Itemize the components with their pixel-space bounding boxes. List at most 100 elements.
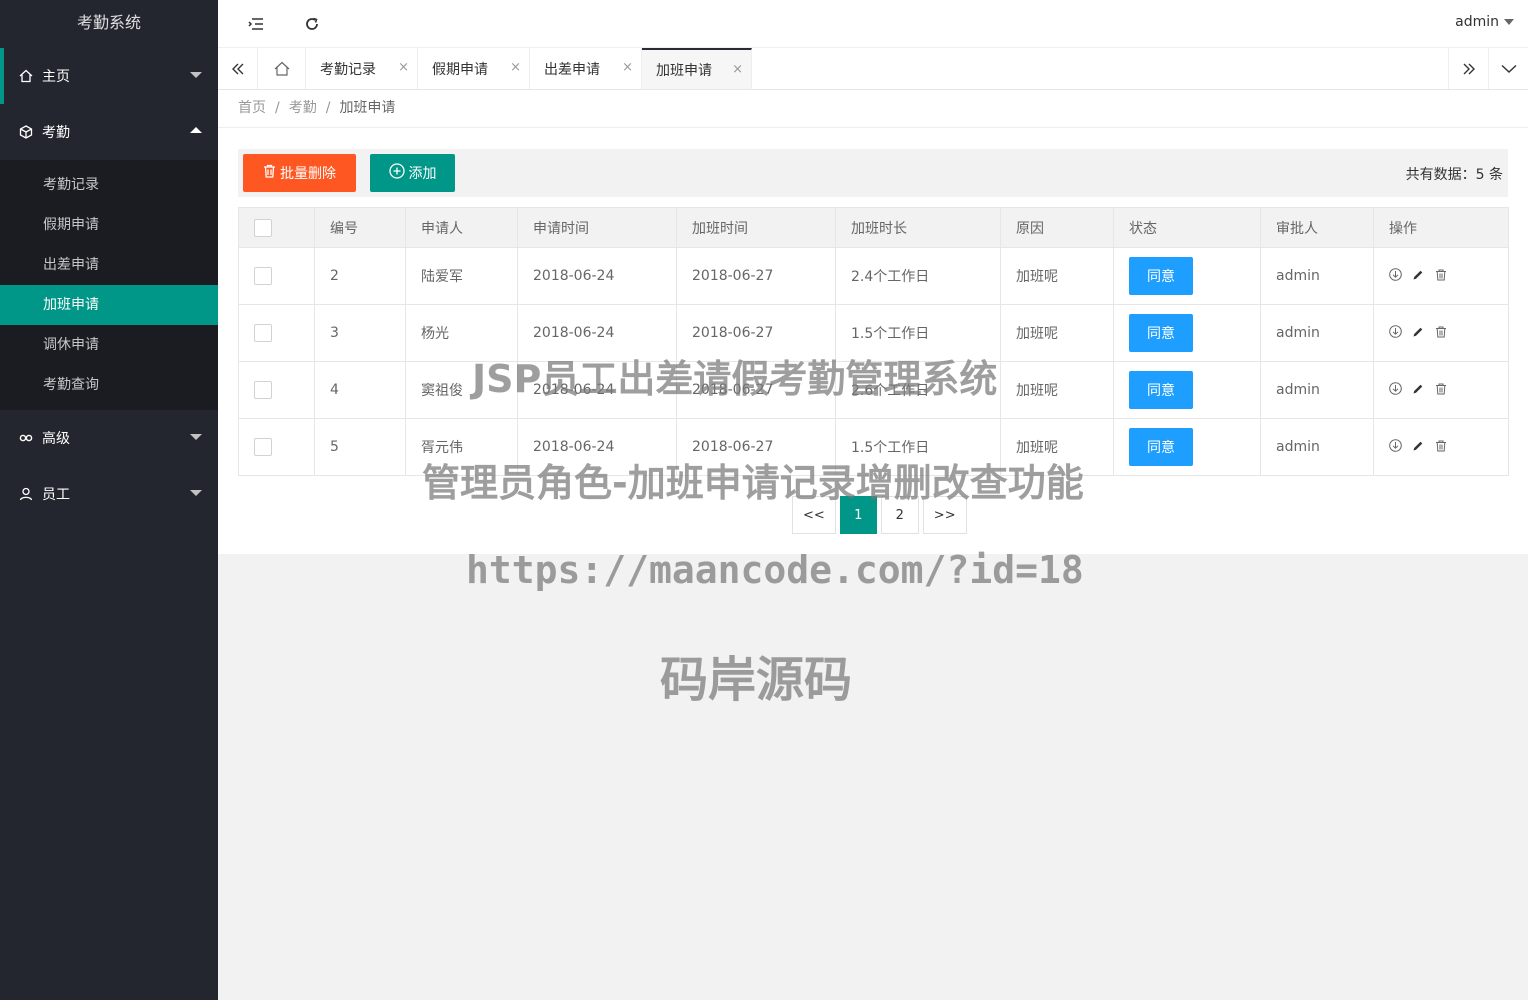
cell-apply-time: 2018-06-24 <box>517 247 677 305</box>
row-checkbox[interactable] <box>254 438 272 456</box>
breadcrumb-current: 加班申请 <box>339 100 396 116</box>
cell-applicant: 陆爱军 <box>405 247 518 305</box>
close-icon[interactable]: × <box>510 60 521 75</box>
tab-label: 加班申请 <box>656 62 712 79</box>
nav-item-attendance[interactable]: 考勤 <box>0 104 218 160</box>
subnav-item-attendance-records[interactable]: 考勤记录 <box>0 165 218 205</box>
tab-overtime[interactable]: 加班申请 × <box>642 48 752 89</box>
sidebar: 考勤系统 主页 考勤 考勤记录 假期申请 出差申请 加班申请 调休申请 考勤查询 <box>0 0 218 1000</box>
cell-approver: admin <box>1260 247 1374 305</box>
column-header: 加班时间 <box>676 207 836 248</box>
tabs-scroll-left-icon[interactable] <box>218 48 258 89</box>
status-approve-button[interactable]: 同意 <box>1129 257 1193 295</box>
close-icon[interactable]: × <box>398 60 409 75</box>
toolbar: 批量删除 添加 共有数据：5 条 <box>238 149 1508 197</box>
chevron-down-icon <box>190 434 202 440</box>
edit-icon[interactable] <box>1412 326 1424 341</box>
column-header: 审批人 <box>1260 207 1374 248</box>
row-actions <box>1373 418 1509 476</box>
caret-down-icon <box>1504 19 1514 25</box>
user-menu[interactable]: admin <box>1455 14 1514 30</box>
edit-icon[interactable] <box>1412 383 1424 398</box>
breadcrumb-separator: / <box>325 100 331 116</box>
edit-icon[interactable] <box>1412 440 1424 455</box>
cell-reason: 加班呢 <box>1000 247 1114 305</box>
column-header: 编号 <box>314 207 406 248</box>
nav-item-staff-label: 员工 <box>42 487 70 503</box>
nav-item-attendance-label: 考勤 <box>42 125 70 141</box>
chevron-down-icon <box>190 72 202 78</box>
row-checkbox[interactable] <box>254 267 272 285</box>
subnav-item-leave-request[interactable]: 假期申请 <box>0 205 218 245</box>
tab-leave-request[interactable]: 假期申请 × <box>418 48 530 89</box>
column-header: 状态 <box>1113 207 1261 248</box>
subnav-item-business-trip[interactable]: 出差申请 <box>0 245 218 285</box>
cell-id: 4 <box>314 361 406 419</box>
subnav-item-compensatory-leave[interactable]: 调休申请 <box>0 325 218 365</box>
select-all-checkbox[interactable] <box>254 218 272 237</box>
column-header: 加班时长 <box>835 207 1001 248</box>
select-all-cell <box>238 207 315 248</box>
batch-delete-button[interactable]: 批量删除 <box>243 154 356 192</box>
collapse-menu-icon[interactable] <box>244 12 268 36</box>
breadcrumb-separator: / <box>275 100 280 116</box>
watermark-url: https://maancode.com/?id=18 <box>466 548 1084 592</box>
cube-icon <box>18 124 34 140</box>
overtime-table: 编号 申请人 申请时间 加班时间 加班时长 原因 状态 审批人 操作 2 陆爱军… <box>238 207 1509 476</box>
download-icon[interactable] <box>1389 381 1402 398</box>
table-row: 2 陆爱军 2018-06-24 2018-06-27 2.4个工作日 加班呢 … <box>238 247 1509 305</box>
watermark-line-2: 管理员角色-加班申请记录增删改查功能 <box>422 461 1084 505</box>
refresh-icon[interactable] <box>300 12 324 36</box>
tab-business-trip[interactable]: 出差申请 × <box>530 48 642 89</box>
download-icon[interactable] <box>1389 267 1402 284</box>
subnav-item-overtime[interactable]: 加班申请 <box>0 285 218 325</box>
tab-label: 考勤记录 <box>320 61 376 78</box>
attendance-subnav: 考勤记录 假期申请 出差申请 加班申请 调休申请 考勤查询 <box>0 160 218 410</box>
trash-icon[interactable] <box>1435 440 1447 455</box>
cell-approver: admin <box>1260 361 1374 419</box>
nav-item-home[interactable]: 主页 <box>0 48 218 104</box>
subnav-item-attendance-query[interactable]: 考勤查询 <box>0 365 218 405</box>
top-header: admin <box>218 0 1528 48</box>
download-icon[interactable] <box>1389 438 1402 455</box>
nav-item-home-label: 主页 <box>42 69 70 85</box>
trash-icon[interactable] <box>1435 269 1447 284</box>
user-icon <box>18 486 34 502</box>
cell-approver: admin <box>1260 304 1374 362</box>
download-icon[interactable] <box>1389 324 1402 341</box>
trash-icon <box>263 164 276 182</box>
batch-delete-label: 批量删除 <box>280 166 336 182</box>
cell-reason: 加班呢 <box>1000 361 1114 419</box>
edit-icon[interactable] <box>1412 269 1424 284</box>
nav-group-home: 主页 <box>0 48 218 104</box>
trash-icon[interactable] <box>1435 326 1447 341</box>
close-icon[interactable]: × <box>622 60 633 75</box>
tab-attendance-records[interactable]: 考勤记录 × <box>306 48 418 89</box>
total-count: 共有数据：5 条 <box>1405 167 1503 183</box>
nav-item-advanced[interactable]: 高级 <box>0 410 218 466</box>
watermark-brand: 码岸源码 <box>660 652 853 708</box>
tabs-menu-chevron-down-icon[interactable] <box>1488 48 1528 89</box>
tab-home-icon[interactable] <box>258 48 306 89</box>
add-button[interactable]: 添加 <box>370 154 455 192</box>
status-approve-button[interactable]: 同意 <box>1129 371 1193 409</box>
plus-circle-icon <box>388 163 405 183</box>
cell-approver: admin <box>1260 418 1374 476</box>
trash-icon[interactable] <box>1435 383 1447 398</box>
watermark-line-1: JSP员工出差请假考勤管理系统 <box>472 357 998 401</box>
breadcrumb-section[interactable]: 考勤 <box>289 100 317 116</box>
status-approve-button[interactable]: 同意 <box>1129 428 1193 466</box>
status-approve-button[interactable]: 同意 <box>1129 314 1193 352</box>
close-icon[interactable]: × <box>732 62 743 77</box>
row-actions <box>1373 247 1509 305</box>
breadcrumb-home[interactable]: 首页 <box>238 100 266 116</box>
cell-id: 5 <box>314 418 406 476</box>
row-checkbox[interactable] <box>254 381 272 399</box>
home-icon <box>18 68 34 84</box>
nav-item-staff[interactable]: 员工 <box>0 466 218 522</box>
tabs-scroll-right-icon[interactable] <box>1448 48 1488 89</box>
breadcrumb: 首页 / 考勤 / 加班申请 <box>218 90 1528 128</box>
column-header: 原因 <box>1000 207 1114 248</box>
nav-group-attendance: 考勤 考勤记录 假期申请 出差申请 加班申请 调休申请 考勤查询 <box>0 104 218 410</box>
row-checkbox[interactable] <box>254 324 272 342</box>
